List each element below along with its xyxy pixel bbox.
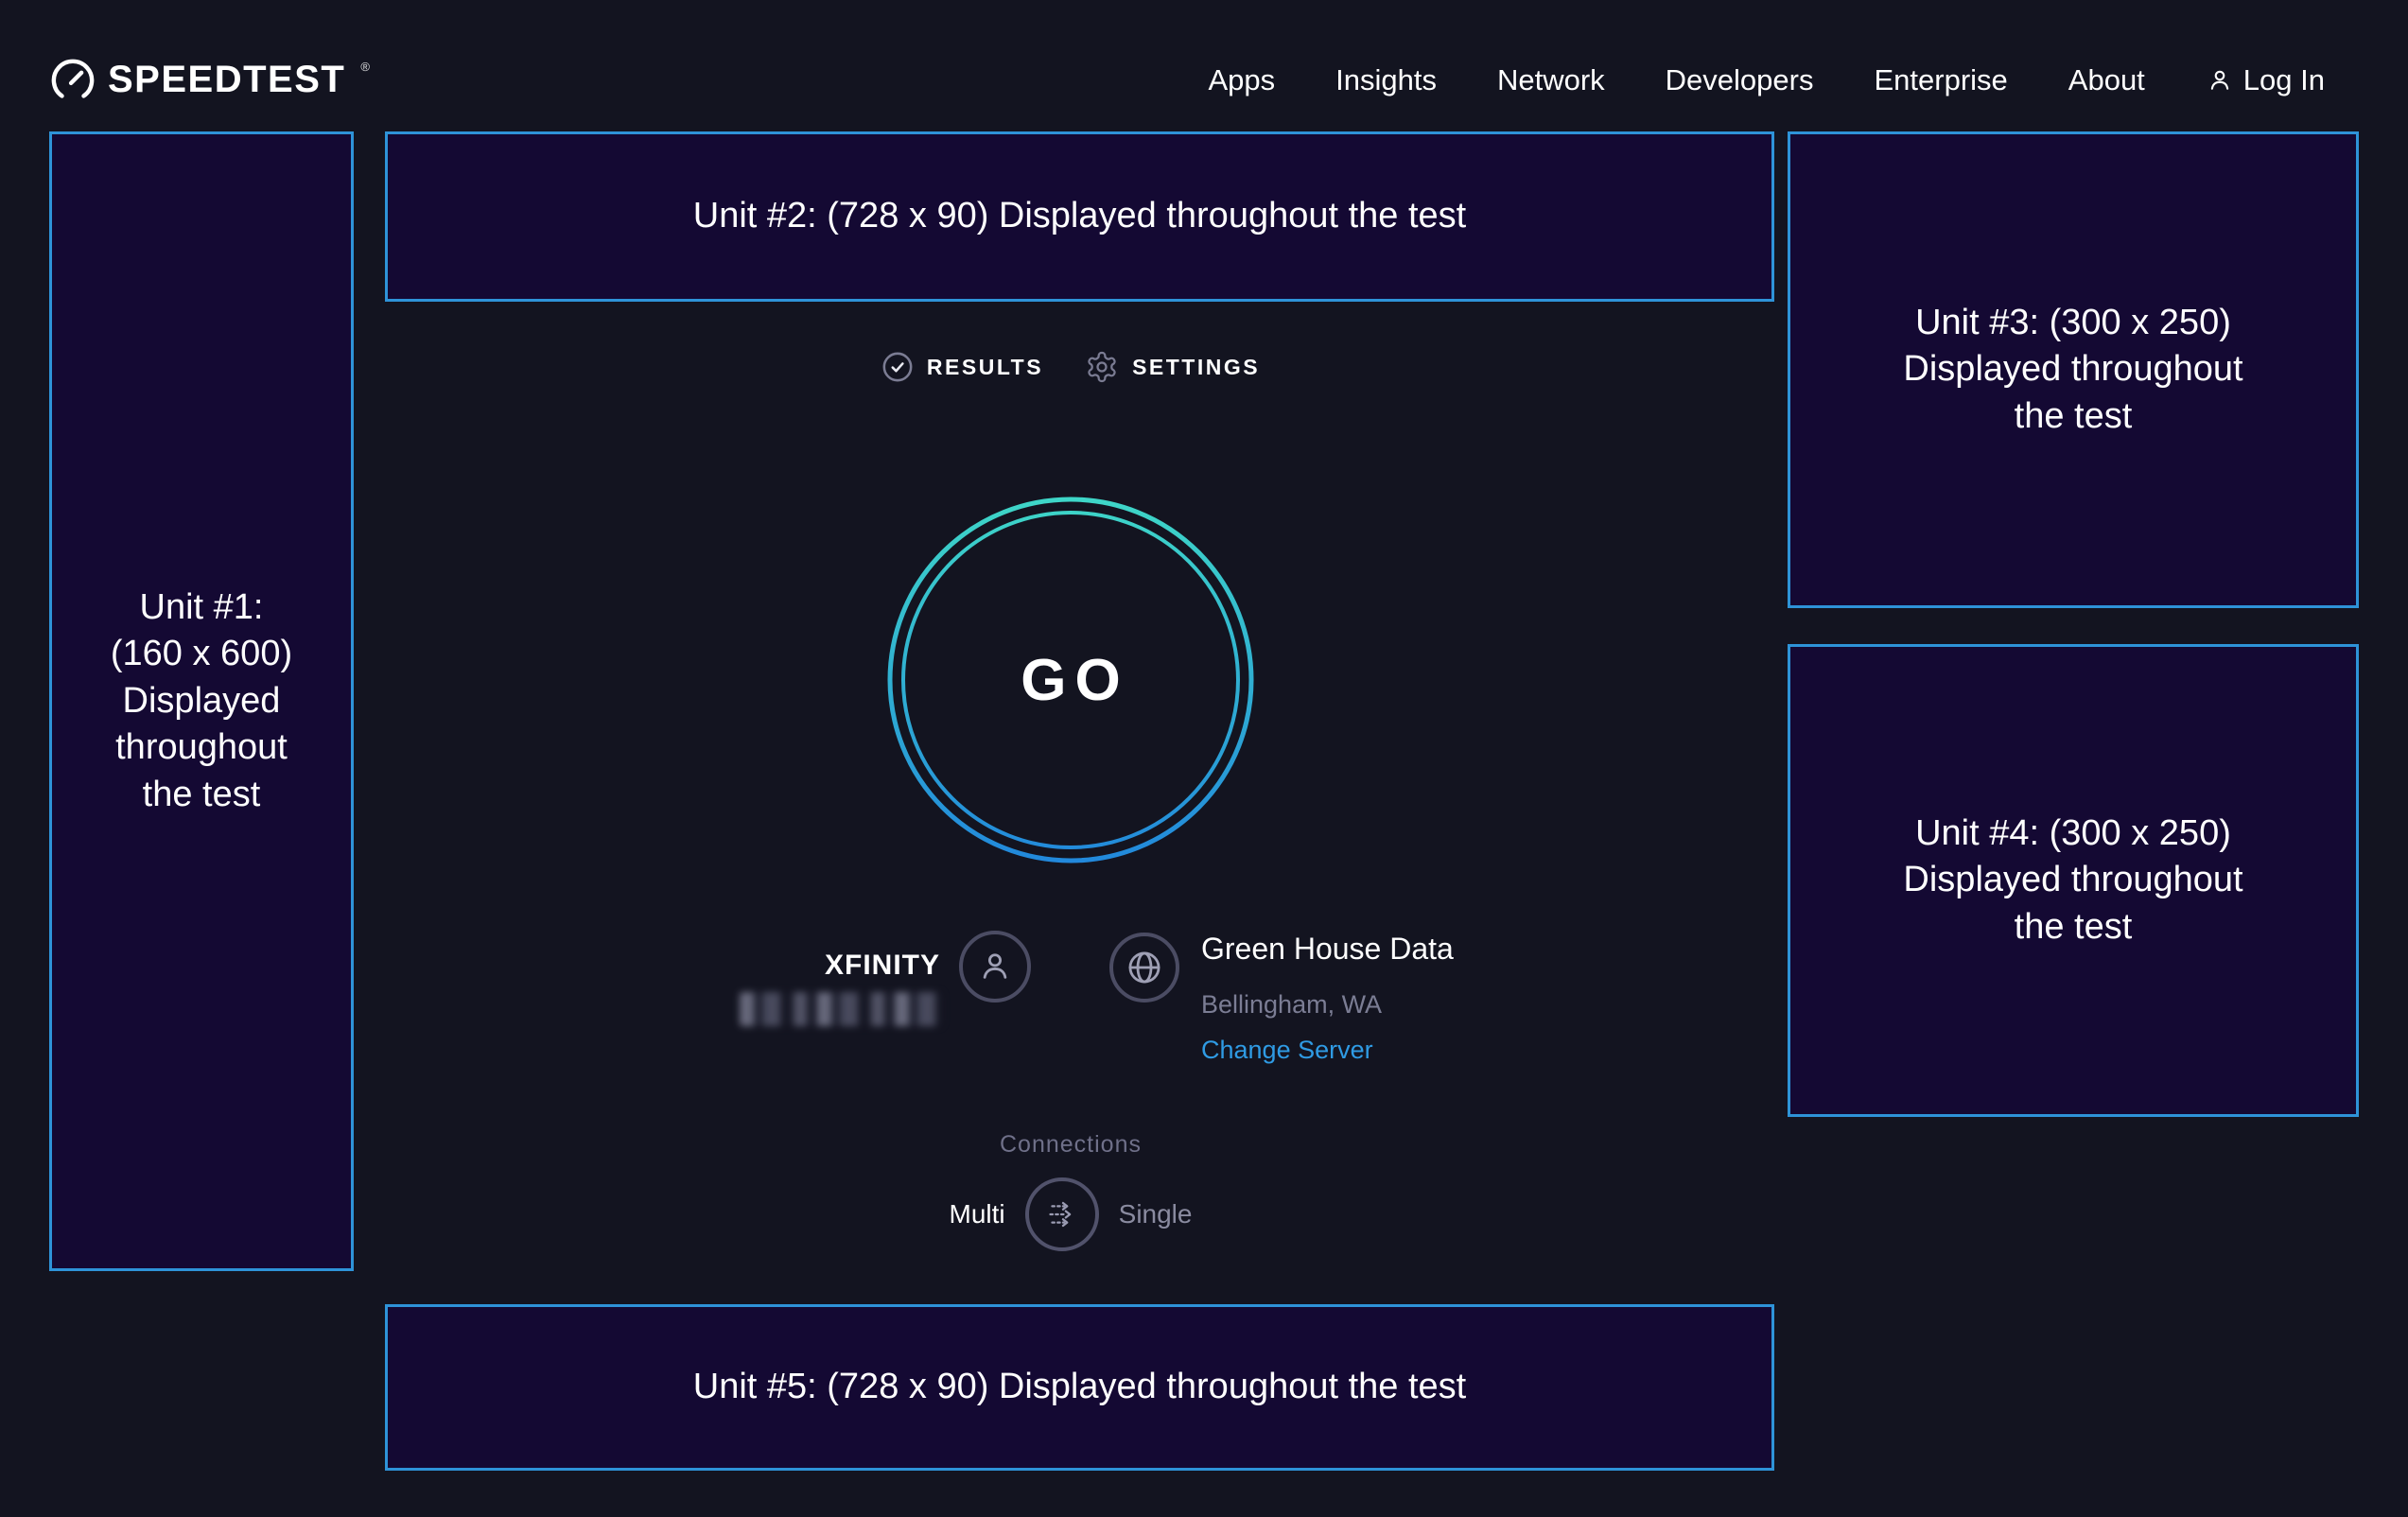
nav-item-enterprise[interactable]: Enterprise [1874, 63, 2007, 97]
ad-unit-1-text: Unit #1: (160 x 600) Displayed throughou… [111, 584, 292, 818]
logo-text: SPEEDTEST [108, 59, 345, 101]
ad-unit-5-text: Unit #5: (728 x 90) Displayed throughout… [693, 1364, 1466, 1410]
tab-settings[interactable]: SETTINGS [1085, 350, 1260, 384]
person-icon [975, 947, 1015, 986]
ad-unit-2[interactable]: Unit #2: (728 x 90) Displayed throughout… [385, 131, 1774, 302]
speedtest-logo[interactable]: SPEEDTEST ® [51, 59, 368, 102]
connections-label: Connections [354, 1131, 1788, 1159]
globe-icon [1125, 948, 1164, 987]
gauge-icon [51, 59, 95, 102]
nav-item-insights[interactable]: Insights [1335, 63, 1437, 97]
isp-user-badge [959, 931, 1031, 1003]
connections-toggle[interactable] [1025, 1177, 1099, 1251]
ad-unit-4-text: Unit #4: (300 x 250) Displayed throughou… [1903, 811, 2242, 950]
ad-unit-3[interactable]: Unit #3: (300 x 250) Displayed throughou… [1788, 131, 2359, 608]
tab-settings-label: SETTINGS [1132, 355, 1260, 380]
server-globe-badge [1109, 933, 1179, 1003]
nav-item-network[interactable]: Network [1497, 63, 1605, 97]
logo-trademark: ® [360, 60, 370, 74]
ad-unit-1[interactable]: Unit #1: (160 x 600) Displayed throughou… [49, 131, 354, 1271]
login-label: Log In [2243, 63, 2325, 97]
ad-unit-3-text: Unit #3: (300 x 250) Displayed throughou… [1903, 300, 2242, 440]
check-circle-icon [881, 351, 914, 383]
gear-icon [1085, 350, 1119, 384]
nav-item-about[interactable]: About [2068, 63, 2145, 97]
person-icon [2206, 66, 2234, 95]
connections-row: Multi Single [354, 1177, 1788, 1251]
tab-results-label: RESULTS [927, 355, 1043, 380]
ad-unit-4[interactable]: Unit #4: (300 x 250) Displayed throughou… [1788, 644, 2359, 1117]
ad-unit-2-text: Unit #2: (728 x 90) Displayed throughout… [693, 193, 1466, 239]
change-server-link[interactable]: Change Server [1201, 1036, 1373, 1065]
server-name: Green House Data [1201, 932, 1454, 967]
header: SPEEDTEST ® Apps Insights Network Develo… [0, 0, 2408, 131]
go-button[interactable]: GO [881, 491, 1260, 869]
blurred-ip-text [740, 992, 942, 1026]
go-button-label: GO [881, 491, 1260, 869]
nav-item-apps[interactable]: Apps [1208, 63, 1275, 97]
isp-name: XFINITY [825, 950, 940, 982]
connections-multi-option[interactable]: Multi [950, 1199, 1005, 1229]
nav-item-developers[interactable]: Developers [1666, 63, 1814, 97]
speedtest-page: SPEEDTEST ® Apps Insights Network Develo… [0, 0, 2408, 1517]
main-nav: Apps Insights Network Developers Enterpr… [1208, 63, 2325, 97]
connections-single-option[interactable]: Single [1119, 1199, 1193, 1229]
tabs-bar: RESULTS SETTINGS [354, 348, 1788, 386]
tab-results[interactable]: RESULTS [881, 351, 1043, 383]
login-button[interactable]: Log In [2206, 63, 2325, 97]
server-location: Bellingham, WA [1201, 990, 1382, 1020]
multi-arrows-icon [1040, 1193, 1084, 1236]
ad-unit-5[interactable]: Unit #5: (728 x 90) Displayed throughout… [385, 1304, 1774, 1471]
